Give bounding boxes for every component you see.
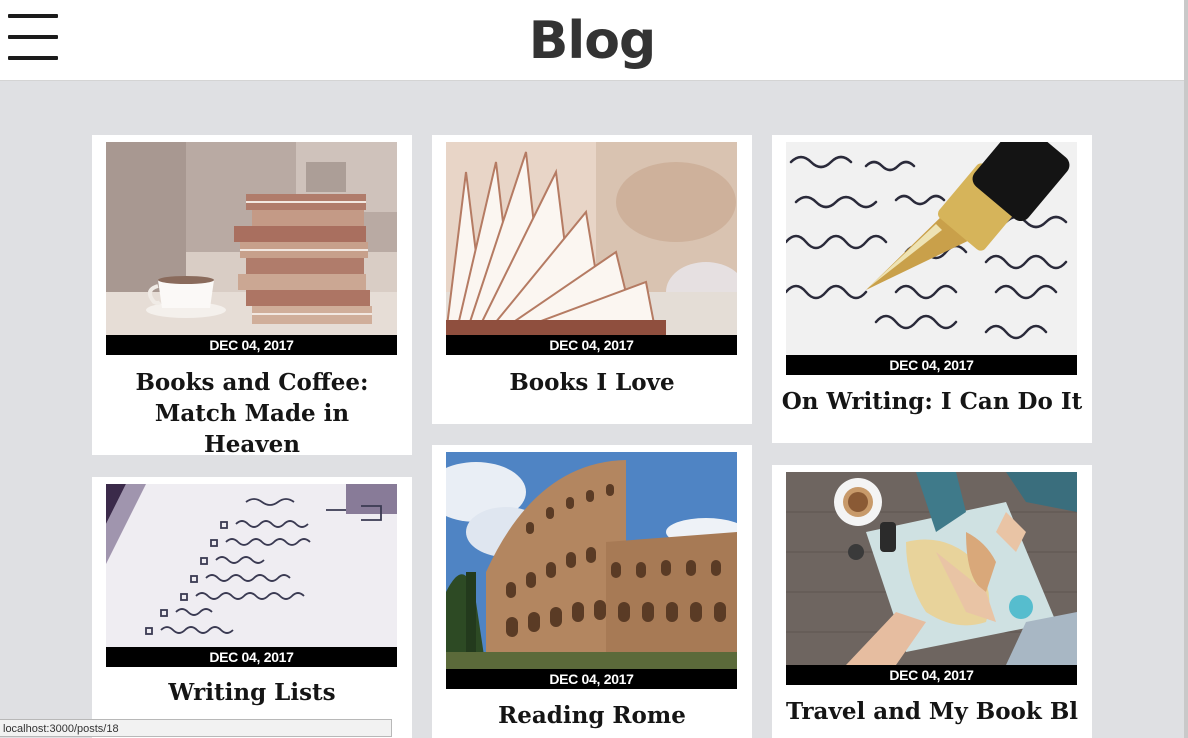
post-date: DEC 04, 2017 [786, 665, 1077, 685]
map-planning-photo[interactable] [786, 472, 1077, 665]
post-card-writing-lists[interactable]: DEC 04, 2017 Writing Lists [92, 477, 412, 738]
post-card-books-i-love[interactable]: DEC 04, 2017 Books I Love [432, 135, 752, 424]
post-date: DEC 04, 2017 [786, 355, 1077, 375]
post-title[interactable]: Books and Coffee: Match Made in Heaven [104, 367, 400, 460]
window-edge [1184, 0, 1188, 738]
books-and-coffee-photo[interactable] [106, 142, 397, 335]
open-book-photo[interactable] [446, 142, 737, 335]
colosseum-photo[interactable] [446, 452, 737, 669]
post-date: DEC 04, 2017 [446, 669, 737, 689]
post-date: DEC 04, 2017 [106, 647, 397, 667]
post-title[interactable]: Travel and My Book Bl [772, 696, 1092, 727]
post-title[interactable]: Reading Rome [432, 700, 752, 731]
post-card-books-and-coffee[interactable]: DEC 04, 2017 Books and Coffee: Match Mad… [92, 135, 412, 458]
post-title[interactable]: On Writing: I Can Do It [772, 386, 1092, 417]
post-date: DEC 04, 2017 [106, 335, 397, 355]
post-card-reading-rome[interactable]: DEC 04, 2017 Reading Rome [432, 445, 752, 738]
post-title[interactable]: Writing Lists [92, 677, 412, 708]
post-card-travel[interactable]: DEC 04, 2017 Travel and My Book Bl [772, 465, 1092, 738]
post-card-on-writing[interactable]: DEC 04, 2017 On Writing: I Can Do It [772, 135, 1092, 443]
handwritten-list-photo[interactable] [106, 484, 397, 647]
status-bar-url: localhost:3000/posts/18 [0, 719, 392, 737]
post-title[interactable]: Books I Love [432, 367, 752, 398]
fountain-pen-writing-photo[interactable] [786, 142, 1077, 355]
post-date: DEC 04, 2017 [446, 335, 737, 355]
page-title: Blog [528, 11, 656, 71]
site-header: Blog [0, 0, 1184, 81]
